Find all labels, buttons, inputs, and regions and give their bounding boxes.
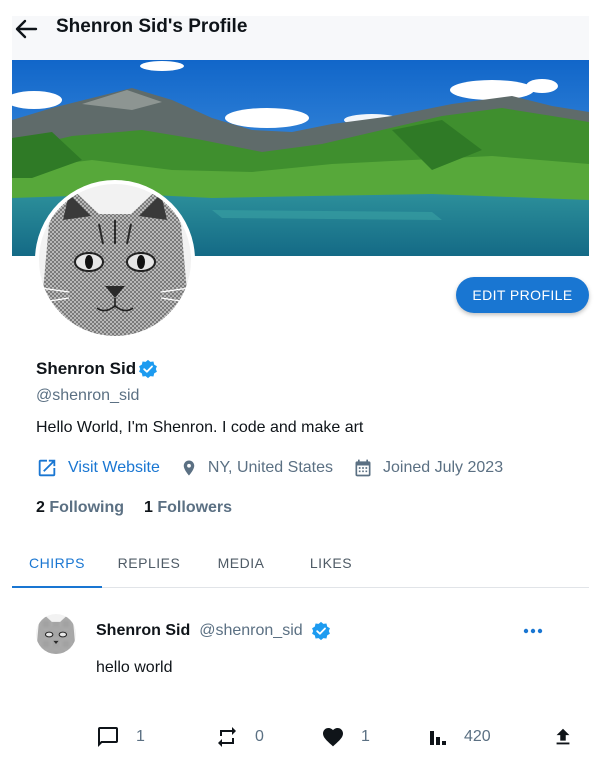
post-text: hello world <box>96 659 173 676</box>
verified-badge-icon <box>139 359 158 379</box>
heart-icon <box>323 728 343 747</box>
post-author-handle: @shenron_sid <box>199 622 303 639</box>
joined-item: Joined July 2023 <box>353 457 503 479</box>
share-button[interactable] <box>552 725 590 749</box>
calendar-icon <box>355 459 371 477</box>
website-label: Visit Website <box>68 459 160 476</box>
rechirp-button[interactable]: 0 <box>215 725 264 749</box>
post-author-name[interactable]: Shenron Sid <box>96 622 190 640</box>
tab-replies[interactable]: REPLIES <box>104 540 194 588</box>
views-button[interactable]: 420 <box>428 725 491 749</box>
reply-count: 1 <box>136 728 145 745</box>
following-count: 2 <box>36 499 45 516</box>
page-title: Shenron Sid's Profile <box>56 16 248 37</box>
location-text: NY, United States <box>207 459 333 476</box>
followers-link[interactable]: 1 Followers <box>144 499 232 517</box>
post-avatar[interactable] <box>36 614 76 654</box>
location-item: NY, United States <box>180 457 333 479</box>
profile-name: Shenron Sid <box>36 359 137 378</box>
bar-chart-icon <box>430 731 446 745</box>
follow-stats: 2 Following 1 Followers <box>36 499 252 517</box>
joined-text: Joined July 2023 <box>383 459 504 476</box>
upload-icon <box>556 728 570 745</box>
tab-media[interactable]: MEDIA <box>196 540 286 588</box>
more-horizontal-icon <box>523 628 543 634</box>
reply-button[interactable]: 1 <box>96 725 145 749</box>
chirp-post[interactable]: Shenron Sid @shenron_sid hello world 1 0 <box>12 590 589 767</box>
like-count: 1 <box>361 728 370 745</box>
profile-avatar[interactable] <box>35 180 195 340</box>
profile-handle: @shenron_sid <box>36 387 140 404</box>
back-button[interactable] <box>14 18 40 40</box>
external-link-icon <box>38 459 56 477</box>
arrow-left-icon <box>15 19 38 39</box>
followers-count: 1 <box>144 499 153 516</box>
profile-header: Shenron Sid's Profile <box>12 16 589 60</box>
following-label: Following <box>49 499 125 516</box>
followers-label: Followers <box>157 499 233 516</box>
profile-tabs: CHIRPS REPLIES MEDIA LIKES <box>12 540 589 588</box>
website-link[interactable]: Visit Website <box>36 457 160 479</box>
like-button[interactable]: 1 <box>321 725 370 749</box>
edit-profile-button[interactable]: EDIT PROFILE <box>456 277 589 313</box>
verified-badge-icon <box>311 621 330 641</box>
profile-meta: Visit Website NY, United States Joined J… <box>36 456 523 480</box>
more-options-button[interactable] <box>522 621 544 641</box>
profile-bio: Hello World, I'm Shenron. I code and mak… <box>36 419 364 436</box>
tab-chirps[interactable]: CHIRPS <box>12 540 102 588</box>
rechirp-count: 0 <box>255 728 264 745</box>
profile-name-row: Shenron Sid <box>36 359 158 379</box>
tab-likes[interactable]: LIKES <box>286 540 376 588</box>
post-actions: 1 0 1 420 <box>96 725 576 749</box>
view-count: 420 <box>464 728 491 745</box>
comment-icon <box>98 727 118 747</box>
location-pin-icon <box>183 460 195 476</box>
following-link[interactable]: 2 Following <box>36 499 124 517</box>
repeat-icon <box>218 727 236 747</box>
post-header: Shenron Sid @shenron_sid <box>96 621 331 641</box>
